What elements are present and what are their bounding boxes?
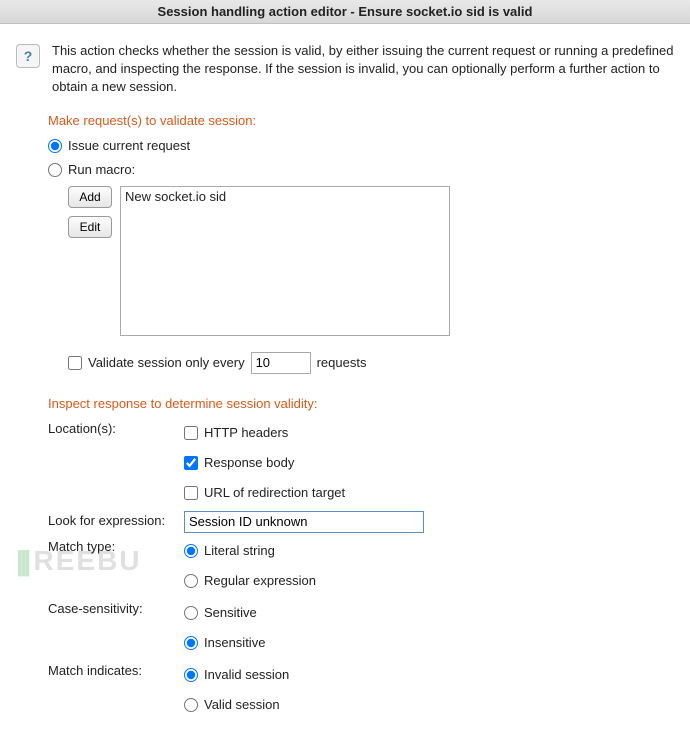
run-macro-radio[interactable] bbox=[48, 163, 62, 177]
description-text: This action checks whether the session i… bbox=[52, 42, 680, 97]
loc-body-row[interactable]: Response body bbox=[184, 453, 680, 473]
loc-redirect-checkbox[interactable] bbox=[184, 486, 198, 500]
cs-sensitive-row[interactable]: Sensitive bbox=[184, 603, 680, 623]
mt-literal-row[interactable]: Literal string bbox=[184, 541, 680, 561]
help-icon[interactable]: ? bbox=[16, 44, 40, 68]
validate-only-checkbox[interactable] bbox=[68, 356, 82, 370]
loc-headers-label: HTTP headers bbox=[204, 425, 288, 440]
mi-valid-radio[interactable] bbox=[184, 698, 198, 712]
mi-invalid-radio[interactable] bbox=[184, 668, 198, 682]
expression-input[interactable] bbox=[184, 511, 424, 533]
issue-current-request-radio[interactable] bbox=[48, 139, 62, 153]
mt-regex-radio[interactable] bbox=[184, 574, 198, 588]
run-macro-radio-row[interactable]: Run macro: bbox=[48, 160, 680, 180]
match-type-label: Match type: bbox=[48, 537, 176, 554]
mi-invalid-row[interactable]: Invalid session bbox=[184, 665, 680, 685]
loc-body-checkbox[interactable] bbox=[184, 456, 198, 470]
edit-button[interactable]: Edit bbox=[68, 216, 112, 238]
validate-only-label: Validate session only every bbox=[88, 355, 245, 370]
add-button[interactable]: Add bbox=[68, 186, 112, 208]
loc-redirect-label: URL of redirection target bbox=[204, 485, 345, 500]
mt-regex-label: Regular expression bbox=[204, 573, 316, 588]
window-title: Session handling action editor - Ensure … bbox=[0, 0, 690, 24]
macro-list[interactable]: New socket.io sid bbox=[120, 186, 450, 336]
loc-body-label: Response body bbox=[204, 455, 294, 470]
case-label: Case-sensitivity: bbox=[48, 599, 176, 616]
expression-label: Look for expression: bbox=[48, 511, 176, 528]
validate-every-input[interactable] bbox=[251, 352, 311, 374]
section2-heading: Inspect response to determine session va… bbox=[48, 396, 680, 411]
loc-headers-row[interactable]: HTTP headers bbox=[184, 423, 680, 443]
run-macro-label: Run macro: bbox=[68, 162, 135, 177]
mt-literal-label: Literal string bbox=[204, 543, 275, 558]
mi-valid-row[interactable]: Valid session bbox=[184, 695, 680, 715]
mi-valid-label: Valid session bbox=[204, 697, 280, 712]
issue-current-request-radio-row[interactable]: Issue current request bbox=[48, 136, 680, 156]
validate-suffix-label: requests bbox=[317, 355, 367, 370]
macro-list-item[interactable]: New socket.io sid bbox=[125, 189, 445, 204]
cs-insensitive-row[interactable]: Insensitive bbox=[184, 633, 680, 653]
mi-invalid-label: Invalid session bbox=[204, 667, 289, 682]
cs-insensitive-radio[interactable] bbox=[184, 636, 198, 650]
indicates-label: Match indicates: bbox=[48, 661, 176, 678]
mt-regex-row[interactable]: Regular expression bbox=[184, 571, 680, 591]
locations-label: Location(s): bbox=[48, 419, 176, 436]
issue-current-request-label: Issue current request bbox=[68, 138, 190, 153]
loc-headers-checkbox[interactable] bbox=[184, 426, 198, 440]
cs-sensitive-label: Sensitive bbox=[204, 605, 257, 620]
section1-heading: Make request(s) to validate session: bbox=[48, 113, 680, 128]
content-area: ? This action checks whether the session… bbox=[0, 24, 690, 729]
cs-sensitive-radio[interactable] bbox=[184, 606, 198, 620]
mt-literal-radio[interactable] bbox=[184, 544, 198, 558]
cs-insensitive-label: Insensitive bbox=[204, 635, 265, 650]
loc-redirect-row[interactable]: URL of redirection target bbox=[184, 483, 680, 503]
